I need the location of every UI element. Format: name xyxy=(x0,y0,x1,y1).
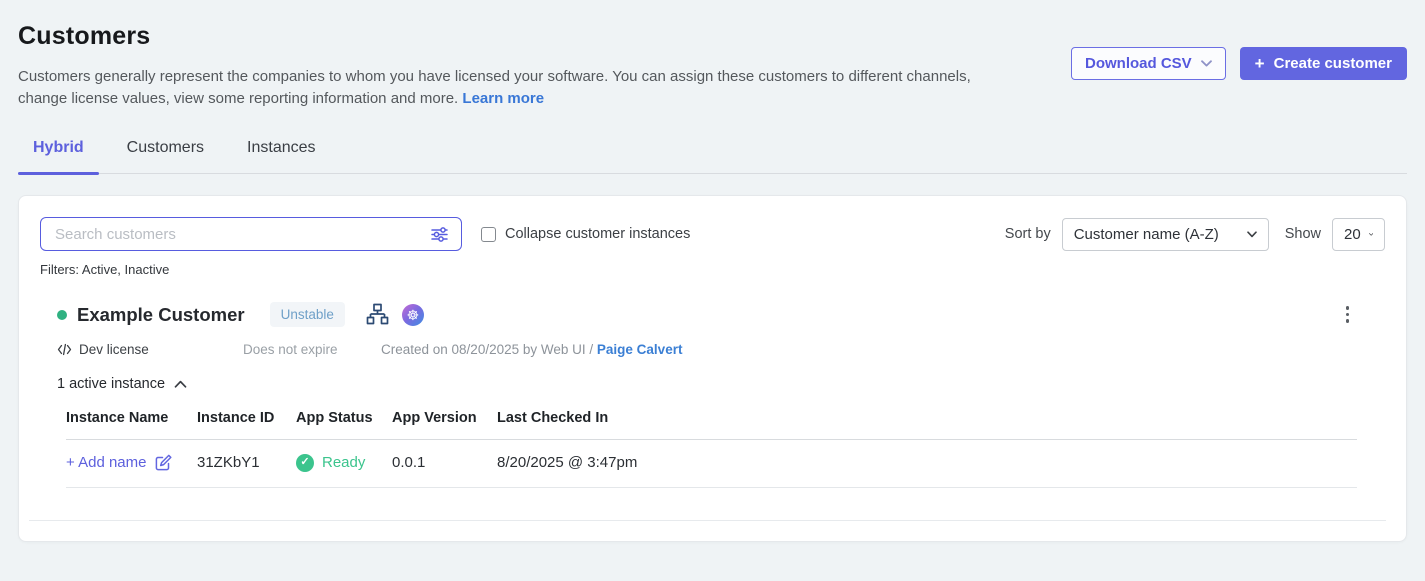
customers-page: Customers Customers generally represent … xyxy=(0,0,1425,542)
chevron-down-icon xyxy=(1247,231,1257,238)
instances-toggle[interactable]: 1 active instance xyxy=(57,376,187,392)
app-status-cell: ✓ Ready xyxy=(296,454,392,472)
column-header-instance-id: Instance ID xyxy=(197,410,296,426)
customer-header: Example Customer Unstable ☸ xyxy=(57,302,1385,327)
active-status-dot xyxy=(57,310,67,320)
download-csv-label: Download CSV xyxy=(1085,55,1192,72)
kubernetes-icon: ☸ xyxy=(402,304,424,326)
tab-customers[interactable]: Customers xyxy=(112,139,219,173)
license-row: Dev license Does not expire Created on 0… xyxy=(57,342,1385,357)
active-filters-text: Filters: Active, Inactive xyxy=(40,262,1385,277)
code-icon xyxy=(57,342,72,357)
table-row: + Add name 31ZKbY1 xyxy=(66,440,1357,488)
created-by-link[interactable]: Paige Calvert xyxy=(597,342,683,357)
page-header-text: Customers Customers generally represent … xyxy=(18,22,986,110)
header-actions: Download CSV + Create customer xyxy=(1071,47,1407,80)
page-title: Customers xyxy=(18,22,986,51)
tab-instances[interactable]: Instances xyxy=(232,139,330,173)
instances-table: Instance Name Instance ID App Status App… xyxy=(66,410,1357,488)
column-header-last-checked-in: Last Checked In xyxy=(497,410,1357,426)
license-type: Dev license xyxy=(57,342,243,357)
instances-summary: 1 active instance xyxy=(57,376,165,392)
license-expiry: Does not expire xyxy=(243,342,381,357)
tab-bar: Hybrid Customers Instances xyxy=(18,139,1407,174)
page-description: Customers generally represent the compan… xyxy=(18,66,986,110)
app-status-label: Ready xyxy=(322,454,365,471)
page-header: Customers Customers generally represent … xyxy=(18,22,1407,110)
add-name-button[interactable]: + Add name xyxy=(66,453,173,472)
list-toolbar: Collapse customer instances Sort by Cust… xyxy=(40,217,1385,251)
instance-name-cell: + Add name xyxy=(66,453,197,472)
chevron-down-icon xyxy=(1201,60,1212,67)
instance-id-cell: 31ZKbY1 xyxy=(197,454,296,471)
edit-icon xyxy=(154,453,173,472)
customer-list-item: Example Customer Unstable ☸ xyxy=(40,302,1385,488)
check-circle-icon: ✓ xyxy=(296,454,314,472)
sitemap-icon xyxy=(366,303,389,326)
card-bottom-divider xyxy=(29,520,1386,521)
app-version-cell: 0.0.1 xyxy=(392,454,497,471)
search-customers-box xyxy=(40,217,462,251)
tab-hybrid[interactable]: Hybrid xyxy=(18,139,99,173)
created-info: Created on 08/20/2025 by Web UI / Paige … xyxy=(381,342,682,357)
create-customer-button[interactable]: + Create customer xyxy=(1240,47,1407,80)
search-input[interactable] xyxy=(53,225,430,244)
create-customer-label: Create customer xyxy=(1274,55,1392,72)
add-name-label: + Add name xyxy=(66,454,146,471)
column-header-app-status: App Status xyxy=(296,410,392,426)
learn-more-link[interactable]: Learn more xyxy=(462,90,544,107)
chevron-down-icon xyxy=(1369,231,1373,238)
chevron-up-icon xyxy=(174,380,187,388)
last-checked-in-cell: 8/20/2025 @ 3:47pm xyxy=(497,454,1357,471)
show-label: Show xyxy=(1285,226,1321,242)
collapse-instances-group: Collapse customer instances xyxy=(481,226,690,242)
column-header-app-version: App Version xyxy=(392,410,497,426)
show-value: 20 xyxy=(1344,226,1361,243)
collapse-instances-checkbox[interactable] xyxy=(481,227,496,242)
customer-name[interactable]: Example Customer xyxy=(77,304,245,326)
download-csv-button[interactable]: Download CSV xyxy=(1071,47,1226,80)
plus-icon: + xyxy=(1255,55,1265,72)
filter-sliders-icon[interactable] xyxy=(430,225,449,244)
kebab-menu[interactable] xyxy=(1342,302,1354,327)
column-header-instance-name: Instance Name xyxy=(66,410,197,426)
sort-by-label: Sort by xyxy=(1005,226,1051,242)
sort-by-value: Customer name (A-Z) xyxy=(1074,226,1219,243)
instances-table-header: Instance Name Instance ID App Status App… xyxy=(66,410,1357,440)
sort-by-select[interactable]: Customer name (A-Z) xyxy=(1062,218,1269,251)
created-text: Created on 08/20/2025 by Web UI / xyxy=(381,342,593,357)
customers-card-content: Collapse customer instances Sort by Cust… xyxy=(19,196,1406,488)
license-type-label: Dev license xyxy=(79,342,149,357)
customers-card: Collapse customer instances Sort by Cust… xyxy=(18,195,1407,542)
show-select[interactable]: 20 xyxy=(1332,218,1385,251)
collapse-instances-label[interactable]: Collapse customer instances xyxy=(505,226,690,242)
channel-badge: Unstable xyxy=(270,302,345,327)
